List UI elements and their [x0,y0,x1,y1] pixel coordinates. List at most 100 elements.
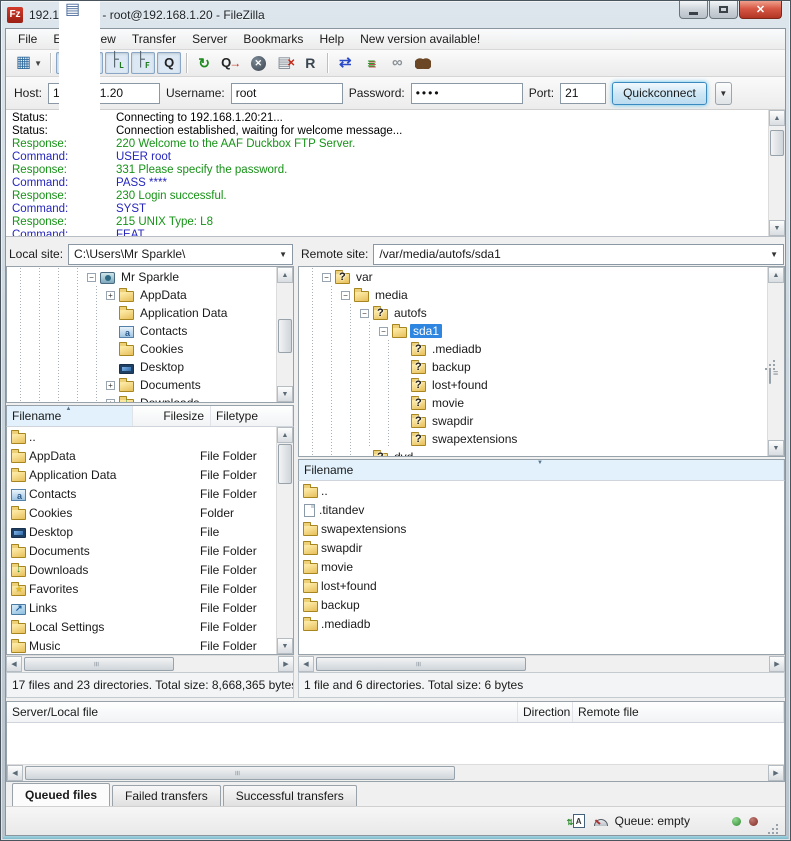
collapse-toggle[interactable]: − [341,291,350,300]
collapse-toggle[interactable]: − [87,273,96,282]
tree-item-appdata[interactable]: +AppData [7,286,276,304]
queue-column-server-local-file[interactable]: Server/Local file [7,702,518,722]
file-row-[interactable]: .. [299,481,784,500]
username-input[interactable] [231,83,343,104]
column-header-filename[interactable]: Filename▼ [299,460,784,480]
directory-listing-filters-button[interactable]: ∞ [385,52,409,74]
close-button[interactable]: ✕ [739,1,782,19]
file-row-movie[interactable]: movie [299,557,784,576]
tree-item-lost-found[interactable]: lost+found [299,376,767,394]
reconnect-button[interactable]: R [298,52,322,74]
cancel-button[interactable]: ✕ [246,52,270,74]
column-header-filename[interactable]: Filename▲ [7,406,133,426]
tree-item-backup[interactable]: backup [299,358,767,376]
collapse-toggle[interactable]: − [379,327,388,336]
file-row-contacts[interactable]: ContactsFile Folder [7,484,276,503]
file-row-lost-found[interactable]: lost+found [299,576,784,595]
menu-item-file[interactable]: File [10,30,45,48]
scroll-left-arrow[interactable]: ◀ [298,656,314,672]
local-tree-vscrollbar-thumb[interactable] [278,319,292,353]
scroll-right-arrow[interactable]: ▶ [278,656,294,672]
toggle-queue-button[interactable]: Q [157,52,181,74]
scroll-up-arrow[interactable]: ▲ [769,110,785,126]
file-search-button[interactable] [411,52,435,74]
menu-item-server[interactable]: Server [184,30,235,48]
scroll-up-arrow[interactable]: ▲ [768,267,784,283]
column-header-filesize[interactable]: Filesize [133,406,211,426]
scroll-up-arrow[interactable]: ▲ [277,427,293,443]
tree-item-swapdir[interactable]: swapdir [299,412,767,430]
tree-item-var[interactable]: −var [299,268,767,286]
password-input[interactable] [411,83,523,104]
remote-tree-vscrollbar[interactable]: ▲ ▼ [767,267,784,456]
file-row-swapextensions[interactable]: swapextensions [299,519,784,538]
toggle-local-tree-button[interactable]: ├L [105,52,129,74]
menu-item-help[interactable]: Help [311,30,352,48]
scroll-down-arrow[interactable]: ▼ [768,440,784,456]
local-tree-vscrollbar[interactable]: ▲ ▼ [276,267,293,402]
file-row-links[interactable]: LinksFile Folder [7,598,276,617]
menu-item-bookmarks[interactable]: Bookmarks [235,30,311,48]
title-bar[interactable]: Fz 192.168.1.20 - root@192.168.1.20 - Fi… [1,1,790,28]
file-row-application-data[interactable]: Application DataFile Folder [7,465,276,484]
tree-item-desktop[interactable]: Desktop [7,358,276,376]
tree-item-swapextensions[interactable]: swapextensions [299,430,767,448]
queue-column-remote-file[interactable]: Remote file [573,702,784,722]
file-row-documents[interactable]: DocumentsFile Folder [7,541,276,560]
tree-item-autofs[interactable]: −autofs [299,304,767,322]
local-list-vscrollbar[interactable]: ▲ ▼ [276,427,293,654]
scroll-down-arrow[interactable]: ▼ [769,220,785,236]
file-row-backup[interactable]: backup [299,595,784,614]
queue-hscrollbar[interactable]: ◀ ▶ [7,764,784,781]
menu-item-new-version-available[interactable]: New version available! [352,30,488,48]
menu-item-transfer[interactable]: Transfer [124,30,184,48]
process-queue-button[interactable]: Q→ [218,52,244,74]
tree-item-media[interactable]: −media [299,286,767,304]
file-row-downloads[interactable]: DownloadsFile Folder [7,560,276,579]
site-manager-button[interactable]: ▦▼ [13,52,45,74]
file-row-appdata[interactable]: AppDataFile Folder [7,446,276,465]
synchronized-browsing-button[interactable]: ≡ [359,52,383,74]
tree-item-documents[interactable]: +Documents [7,376,276,394]
file-row-mediadb[interactable]: .mediadb [299,614,784,633]
toggle-message-log-button[interactable]: ▤ [56,52,103,74]
directory-comparison-button[interactable]: ⇄ [333,52,357,74]
scroll-left-arrow[interactable]: ◀ [6,656,22,672]
tab-successful-transfers[interactable]: Successful transfers [223,785,357,806]
chevron-down-icon[interactable]: ▼ [276,250,290,259]
expand-toggle[interactable]: + [106,399,115,403]
collapse-toggle[interactable]: − [322,273,331,282]
chevron-down-icon[interactable]: ▼ [767,250,781,259]
file-row-cookies[interactable]: CookiesFolder [7,503,276,522]
scroll-up-arrow[interactable]: ▲ [277,267,293,283]
file-row-swapdir[interactable]: swapdir [299,538,784,557]
remote-site-combobox[interactable]: /var/media/autofs/sda1 ▼ [373,244,784,265]
remote-list-hscrollbar-thumb[interactable] [316,657,526,671]
scroll-down-arrow[interactable]: ▼ [277,386,293,402]
disconnect-button[interactable]: ▤✕ [272,52,296,74]
tab-failed-transfers[interactable]: Failed transfers [112,785,221,806]
file-row-music[interactable]: MusicFile Folder [7,636,276,655]
refresh-button[interactable]: ↻ [192,52,216,74]
tree-item-mediadb[interactable]: .mediadb [299,340,767,358]
column-header-filetype[interactable]: Filetype [211,406,293,426]
transfer-type-icon[interactable]: A [573,814,585,828]
file-row-local-settings[interactable]: Local SettingsFile Folder [7,617,276,636]
tree-item-application-data[interactable]: Application Data [7,304,276,322]
scroll-left-arrow[interactable]: ◀ [7,765,23,781]
tree-item-cookies[interactable]: Cookies [7,340,276,358]
file-row-favorites[interactable]: FavoritesFile Folder [7,579,276,598]
minimize-button[interactable] [679,1,708,19]
tab-queued-files[interactable]: Queued files [12,783,110,806]
quickconnect-dropdown-button[interactable]: ▼ [715,82,732,105]
quickconnect-button[interactable]: Quickconnect [612,82,707,105]
tree-item-dvd[interactable]: dvd [299,448,767,456]
file-row-[interactable]: .. [7,427,276,446]
local-site-combobox[interactable]: C:\Users\Mr Sparkle\ ▼ [68,244,293,265]
tree-item-sda1[interactable]: −sda1 [299,322,767,340]
file-row-titandev[interactable]: .titandev [299,500,784,519]
resize-grip[interactable] [766,822,779,835]
local-list-hscrollbar-thumb[interactable] [24,657,174,671]
local-list-vscrollbar-thumb[interactable] [278,444,292,484]
queue-column-direction[interactable]: Direction [518,702,573,722]
